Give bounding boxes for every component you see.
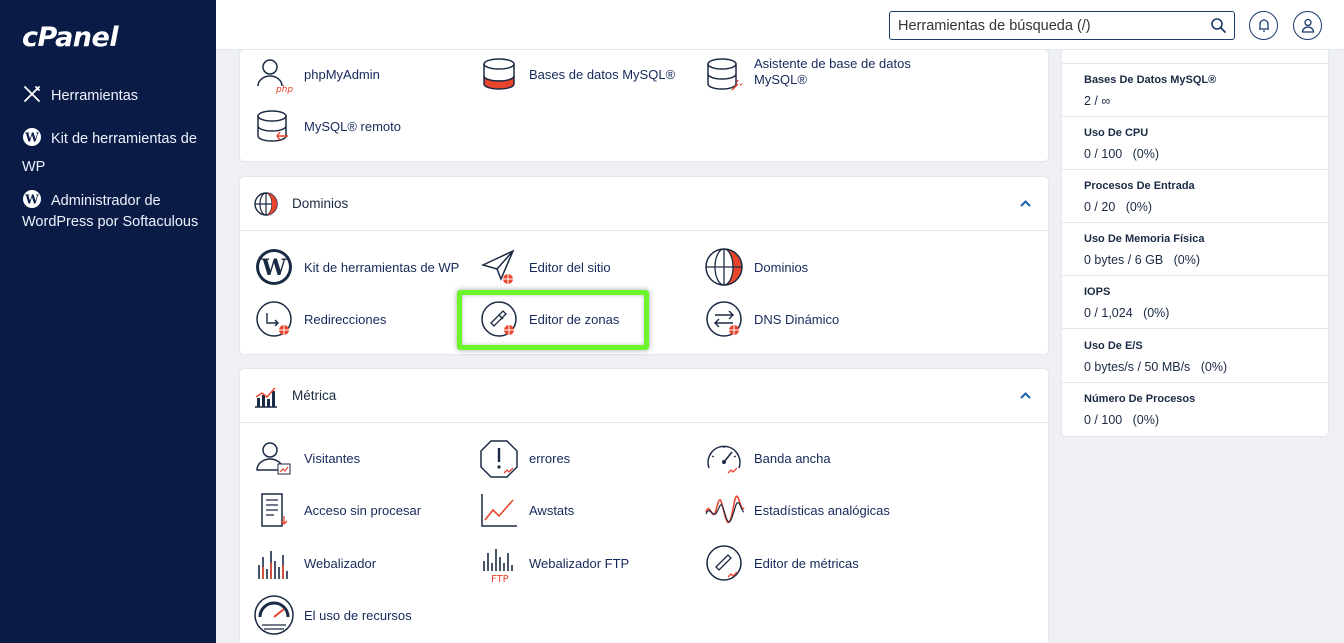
stat-label: Uso De CPU — [1084, 127, 1149, 139]
metrics-panel: Métrica Visitantes errores Banda ancha A… — [240, 369, 1048, 643]
tool-label: DNS Dinámico — [754, 312, 840, 327]
statistics-panel: Bases De Datos MySQL® 2 / ∞ Uso De CPU 0… — [1062, 50, 1328, 436]
tool-label: Kit de herramientas de WP — [304, 260, 460, 275]
tool-label: Awstats — [529, 503, 575, 518]
sidebar-item-wordpress-manager[interactable]: W Administrador de WordPress por Softacul… — [22, 189, 208, 233]
stat-value: 0 / 100 (0%) — [1084, 147, 1160, 161]
raw-access-icon — [261, 493, 288, 527]
analog-stats-icon — [705, 495, 745, 524]
chevron-up-icon[interactable] — [1019, 197, 1032, 210]
tool-label: Estadísticas analógicas — [754, 503, 890, 518]
metrics-panel-header[interactable]: Métrica — [240, 369, 1048, 423]
tool-label: Banda ancha — [754, 451, 831, 466]
stat-label: Procesos De Entrada — [1084, 180, 1195, 192]
tool-label: Redirecciones — [304, 312, 387, 327]
bar-chart-icon — [255, 387, 277, 408]
cpanel-logo[interactable]: cPanel — [22, 22, 119, 53]
databases-panel: php phpMyAdmin Bases de datos MySQL® Asi… — [240, 50, 1048, 161]
tool-label: Webalizador FTP — [529, 556, 630, 571]
metrics-editor-icon — [706, 545, 742, 581]
redirect-icon — [256, 301, 292, 337]
tool-label: errores — [529, 451, 571, 466]
bandwidth-icon — [707, 445, 741, 474]
stat-value: 2 / ∞ — [1084, 94, 1111, 108]
stat-row-hidden — [1062, 13, 1328, 64]
chevron-up-icon[interactable] — [1019, 389, 1032, 402]
tool-label: Editor de métricas — [754, 556, 859, 571]
zone-editor-highlight — [457, 290, 649, 350]
tool-label: Dominios — [754, 260, 809, 275]
errors-icon — [480, 440, 518, 478]
dynamic-dns-icon — [706, 301, 742, 337]
stat-label: IOPS — [1084, 286, 1111, 298]
wordpress-icon: W — [23, 190, 41, 208]
site-editor-icon — [480, 249, 515, 284]
stat-value: 0 bytes/s / 50 MB/s (0%) — [1084, 360, 1228, 374]
tool-label: phpMyAdmin — [304, 67, 380, 82]
panel-title: Métrica — [292, 388, 337, 403]
stat-value: 0 bytes / 6 GB (0%) — [1084, 253, 1201, 267]
svg-text:W: W — [24, 193, 39, 207]
sidebar: cPanel Herramientas W Kit de herramientas… — [0, 0, 216, 643]
webalizer-ftp-icon: FTP — [483, 549, 513, 585]
database-icon — [483, 58, 515, 90]
stat-value: 0 / 100 (0%) — [1084, 413, 1160, 427]
visitors-icon — [256, 442, 291, 475]
stat-row: Procesos De Entrada 0 / 20 (0%) — [1062, 170, 1328, 223]
sidebar-item-label: Kit de herramientas de WP — [22, 131, 197, 175]
tool-label: Webalizador — [304, 556, 377, 571]
tool-label: Acceso sin procesar — [304, 503, 422, 518]
stat-row: IOPS 0 / 1,024 (0%) — [1062, 276, 1328, 329]
wordpress-icon: W — [23, 128, 41, 146]
tool-label: Visitantes — [304, 451, 361, 466]
remote-database-icon — [257, 110, 288, 142]
panel-title: Dominios — [292, 196, 349, 211]
sidebar-item-label: Administrador de WordPress por Softaculo… — [22, 193, 199, 230]
globe-icon — [705, 248, 743, 286]
phpmyadmin-icon: php — [257, 59, 293, 95]
sidebar-item-wp-toolkit[interactable]: W Kit de herramientas de WP — [22, 125, 208, 181]
stat-label: Uso De Memoria Física — [1084, 233, 1205, 245]
stat-value: 0 / 20 (0%) — [1084, 200, 1153, 214]
domains-panel-header[interactable]: Dominios — [240, 177, 1048, 231]
stat-row: Uso De Memoria Física 0 bytes / 6 GB (0%… — [1062, 223, 1328, 276]
stat-label: Uso De E/S — [1084, 340, 1143, 352]
database-wizard-icon — [707, 58, 743, 91]
svg-text:W: W — [261, 255, 287, 281]
sidebar-item-tools[interactable]: Herramientas — [22, 84, 208, 107]
stat-value: 0 / 1,024 (0%) — [1084, 306, 1170, 320]
tool-label: El uso de recursos — [304, 608, 412, 623]
tool-label: Editor del sitio — [529, 260, 611, 275]
stat-row: Bases De Datos MySQL® 2 / ∞ — [1062, 64, 1328, 117]
stat-label: Número De Procesos — [1084, 393, 1196, 405]
sidebar-item-label: Herramientas — [51, 88, 139, 104]
awstats-icon — [481, 494, 517, 527]
tools-icon — [24, 86, 40, 102]
svg-text:W: W — [24, 131, 39, 145]
stat-row: Uso De CPU 0 / 100 (0%) — [1062, 117, 1328, 170]
wordpress-icon: W — [256, 249, 292, 285]
resource-usage-icon — [254, 595, 294, 635]
stat-label: Bases De Datos MySQL® — [1084, 74, 1217, 86]
stat-row: Uso De E/S 0 bytes/s / 50 MB/s (0%) — [1062, 330, 1328, 383]
tool-label: Bases de datos MySQL® — [529, 67, 676, 82]
tool-label: MySQL® remoto — [304, 119, 401, 134]
globe-icon — [254, 192, 278, 216]
tool-label: Asistente de base de datos MySQL® — [754, 56, 911, 87]
svg-text:php: php — [275, 85, 293, 95]
webalizer-icon — [258, 551, 288, 579]
svg-text:FTP: FTP — [491, 574, 509, 585]
stat-row: Número De Procesos 0 / 100 (0%) — [1062, 383, 1328, 436]
